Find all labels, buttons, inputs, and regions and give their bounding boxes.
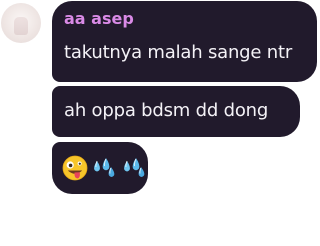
message-text: takutnya malah sange ntr (64, 42, 293, 63)
message-text: ah oppa bdsm dd dong (64, 100, 269, 121)
sweat-droplets-emoji (94, 158, 115, 177)
user-avatar-icon (14, 17, 28, 35)
zany-face-emoji (62, 155, 88, 181)
message-bubble[interactable]: ah oppa bdsm dd dong (52, 86, 300, 137)
sweat-droplets-emoji (124, 158, 145, 177)
emoji-message (62, 154, 148, 182)
sender-name[interactable]: aa asep (64, 9, 134, 28)
message-bubble[interactable]: aa asep takutnya malah sange ntr (52, 1, 317, 82)
message-bubble[interactable] (52, 142, 148, 194)
sender-avatar[interactable] (1, 3, 41, 43)
